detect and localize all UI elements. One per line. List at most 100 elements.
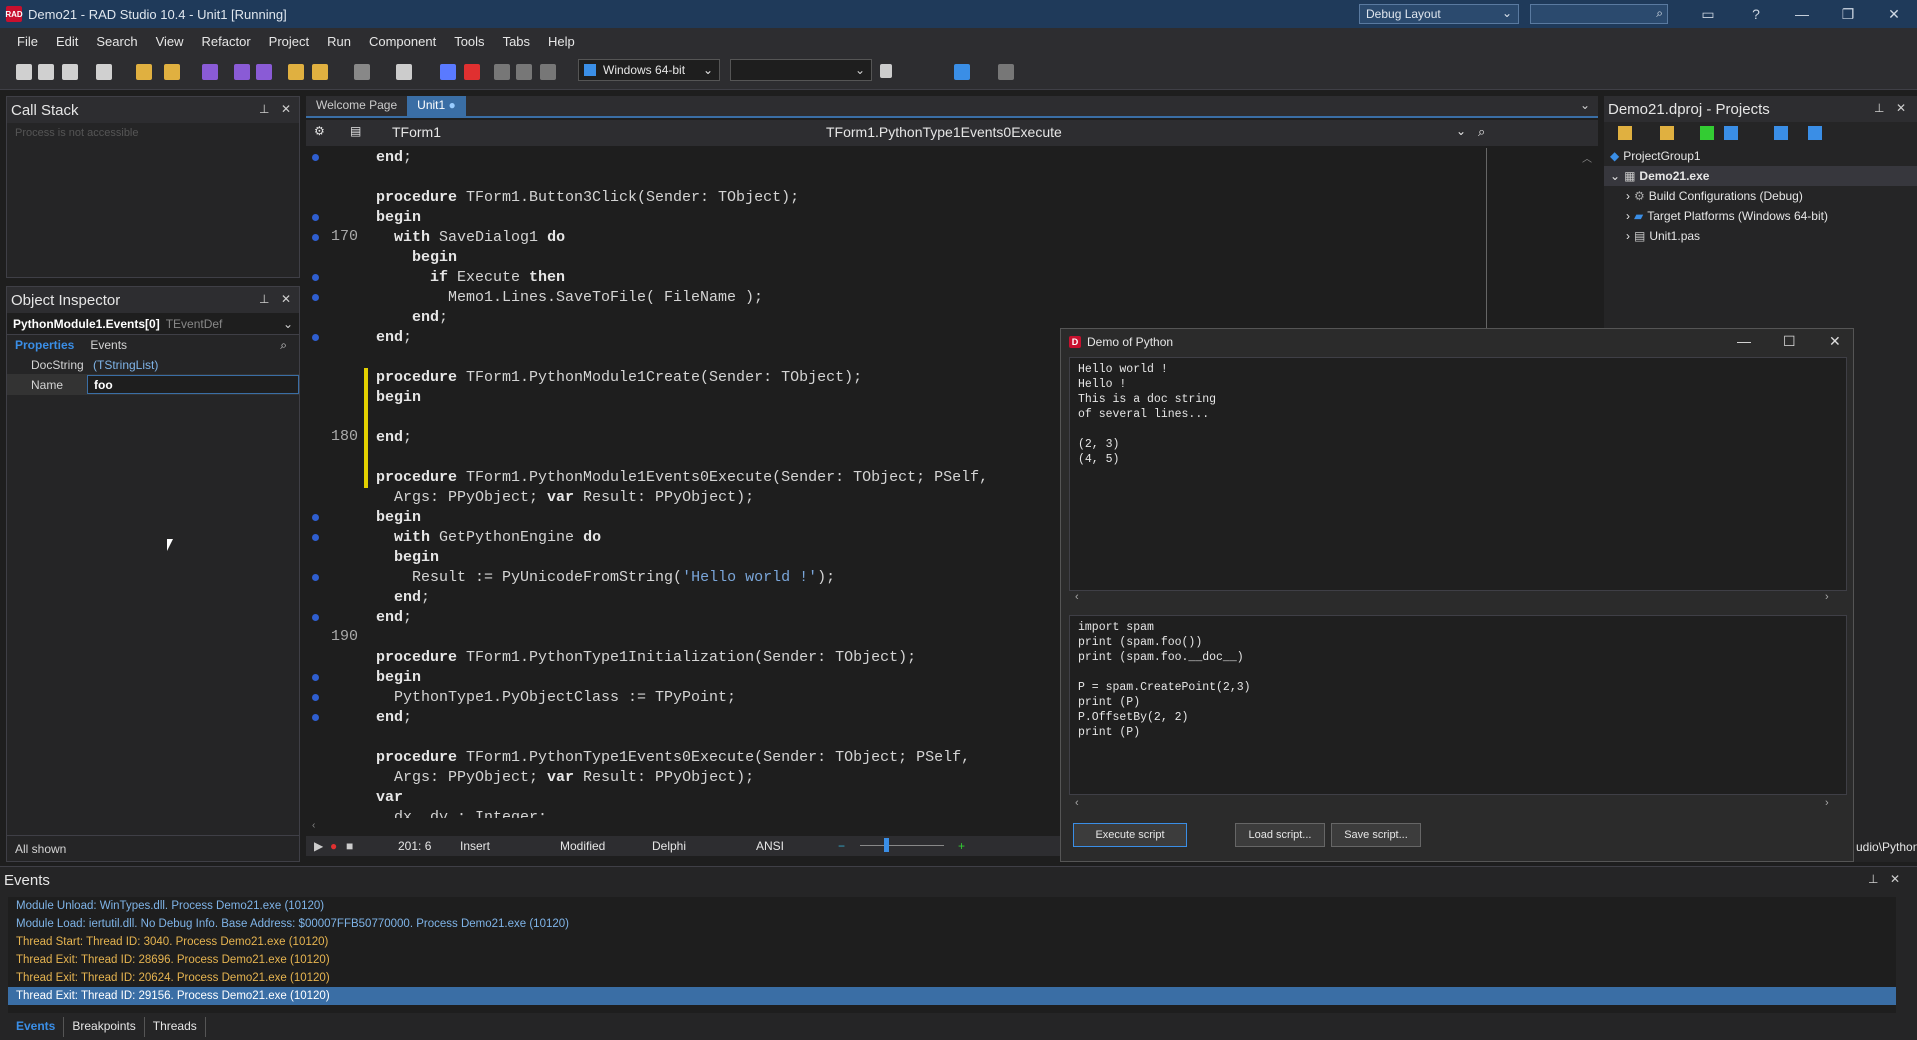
open-icon[interactable] (136, 64, 152, 80)
menu-search[interactable]: Search (87, 34, 146, 49)
forward-icon[interactable] (998, 64, 1014, 80)
stop-icon[interactable]: ■ (346, 839, 353, 853)
load-script-button[interactable]: Load script... (1235, 823, 1325, 847)
property-value[interactable]: (TStringList) (87, 355, 299, 374)
execute-script-button[interactable]: Execute script (1073, 823, 1187, 847)
event-line[interactable]: Thread Exit: Thread ID: 28696. Process D… (8, 951, 1896, 969)
chevron-right-icon[interactable]: › (1626, 229, 1630, 243)
script-memo[interactable]: import spam print (spam.foo()) print (sp… (1069, 615, 1847, 795)
menu-help[interactable]: Help (539, 34, 584, 49)
minimize-icon[interactable]: — (1788, 2, 1816, 26)
maximize-icon[interactable]: ☐ (1783, 333, 1796, 350)
breakpoint-marker-icon[interactable] (312, 214, 319, 221)
close-icon[interactable]: ✕ (1896, 101, 1906, 115)
help-icon[interactable]: ? (1742, 2, 1770, 26)
back-icon[interactable] (954, 64, 970, 80)
event-line[interactable]: Thread Start: Thread ID: 3040. Process D… (8, 933, 1896, 951)
open-project-icon[interactable] (164, 64, 180, 80)
save-all-icon[interactable] (234, 64, 250, 80)
save-icon[interactable] (202, 64, 218, 80)
event-line[interactable]: Thread Exit: Thread ID: 29156. Process D… (8, 987, 1896, 1005)
ide-search-input[interactable]: ⌕ (1530, 4, 1668, 24)
minimize-icon[interactable]: — (1737, 333, 1751, 349)
breakpoint-marker-icon[interactable] (312, 334, 319, 341)
tree-item-target-platforms[interactable]: › ▰ Target Platforms (Windows 64-bit) (1604, 206, 1917, 226)
scroll-left-icon[interactable]: ‹ (1075, 591, 1079, 607)
scroll-right-icon[interactable]: › (1825, 591, 1829, 607)
nav-method[interactable]: TForm1.PythonType1Events0Execute (826, 124, 1062, 140)
zoom-out-icon[interactable]: − (838, 839, 845, 853)
property-row[interactable]: Name foo (7, 375, 299, 395)
tab-welcome-page[interactable]: Welcome Page (306, 96, 407, 116)
code-line[interactable]: begin (376, 248, 1376, 268)
search-icon[interactable]: ⌕ (1478, 124, 1485, 140)
tab-breakpoints[interactable]: Breakpoints (64, 1017, 145, 1037)
pause-icon[interactable] (440, 64, 456, 80)
device-icon[interactable] (880, 64, 892, 78)
breakpoint-marker-icon[interactable] (312, 514, 319, 521)
zoom-in-icon[interactable]: + (958, 839, 965, 853)
event-line[interactable]: Module Load: iertutil.dll. No Debug Info… (8, 915, 1896, 933)
zoom-slider[interactable] (860, 845, 944, 846)
chevron-right-icon[interactable]: › (1626, 189, 1630, 203)
search-icon[interactable]: ⌕ (272, 338, 295, 353)
event-log[interactable]: Module Unload: WinTypes.dll. Process Dem… (8, 897, 1896, 1013)
menu-edit[interactable]: Edit (47, 34, 87, 49)
menu-project[interactable]: Project (260, 34, 318, 49)
view-icon[interactable] (1808, 126, 1822, 140)
breakpoint-marker-icon[interactable] (312, 154, 319, 161)
sync-icon[interactable] (1700, 126, 1714, 140)
code-line[interactable]: end; (376, 148, 1376, 168)
nav-class[interactable]: TForm1 (392, 124, 441, 140)
menu-file[interactable]: File (8, 34, 47, 49)
restore-icon[interactable]: ❐ (1834, 2, 1862, 26)
record-icon[interactable]: ● (330, 839, 337, 853)
new-unit-icon[interactable] (96, 64, 112, 80)
add-file-icon[interactable] (288, 64, 304, 80)
trace-into-icon[interactable] (516, 64, 532, 80)
code-line[interactable]: if Execute then (376, 268, 1376, 288)
zoom-thumb[interactable] (884, 838, 889, 852)
tab-threads[interactable]: Threads (145, 1017, 206, 1037)
event-line[interactable]: Thread Exit: Thread ID: 20624. Process D… (8, 969, 1896, 987)
chevron-right-icon[interactable]: › (1626, 209, 1630, 223)
breakpoint-marker-icon[interactable] (312, 234, 319, 241)
new-form-icon[interactable] (62, 64, 78, 80)
save-script-button[interactable]: Save script... (1331, 823, 1421, 847)
play-icon[interactable]: ▶ (314, 839, 323, 853)
build-icon[interactable] (1724, 126, 1738, 140)
chevron-down-icon[interactable]: ⌄ (1456, 124, 1466, 138)
close-icon[interactable]: ✕ (1890, 872, 1900, 886)
output-memo[interactable]: Hello world ! Hello ! This is a doc stri… (1069, 357, 1847, 591)
scroll-up-icon[interactable]: ︿ (1582, 150, 1592, 165)
property-value-input[interactable]: foo (87, 375, 299, 394)
breakpoint-marker-icon[interactable] (312, 674, 319, 681)
close-icon[interactable]: ✕ (1829, 333, 1841, 350)
code-line[interactable]: begin (376, 208, 1376, 228)
ide-insight-icon[interactable]: ▭ (1694, 2, 1722, 26)
scroll-left-icon[interactable]: ‹ (1075, 797, 1079, 813)
run-without-debug-icon[interactable] (396, 64, 412, 80)
pin-icon[interactable]: ⊥ (1874, 101, 1884, 115)
tree-item-exe[interactable]: ⌄ ▦ Demo21.exe (1604, 166, 1917, 186)
breakpoint-marker-icon[interactable] (312, 274, 319, 281)
event-line[interactable]: Module Unload: WinTypes.dll. Process Dem… (8, 897, 1896, 915)
tree-item-build-configs[interactable]: › ⚙ Build Configurations (Debug) (1604, 186, 1917, 206)
step-over-icon[interactable] (494, 64, 510, 80)
remove-file-icon[interactable] (312, 64, 328, 80)
platform-select[interactable]: Windows 64-bit ⌄ (578, 59, 720, 81)
sort-icon[interactable] (1774, 126, 1788, 140)
breakpoint-marker-icon[interactable] (312, 294, 319, 301)
tree-item-unit1[interactable]: › ▤ Unit1.pas (1604, 226, 1917, 246)
object-selector[interactable]: PythonModule1.Events[0] TEventDef ⌄ (7, 313, 299, 335)
scroll-right-icon[interactable]: › (1825, 797, 1829, 813)
breakpoint-marker-icon[interactable] (312, 694, 319, 701)
menu-view[interactable]: View (147, 34, 193, 49)
layout-select[interactable]: Debug Layout ⌄ (1359, 4, 1519, 24)
tab-properties[interactable]: Properties (7, 338, 82, 352)
menu-tabs[interactable]: Tabs (494, 34, 539, 49)
pin-icon[interactable]: ⊥ (259, 102, 269, 116)
breakpoint-marker-icon[interactable] (312, 574, 319, 581)
stop-icon[interactable] (464, 64, 480, 80)
code-line[interactable]: Memo1.Lines.SaveToFile( FileName ); (376, 288, 1376, 308)
